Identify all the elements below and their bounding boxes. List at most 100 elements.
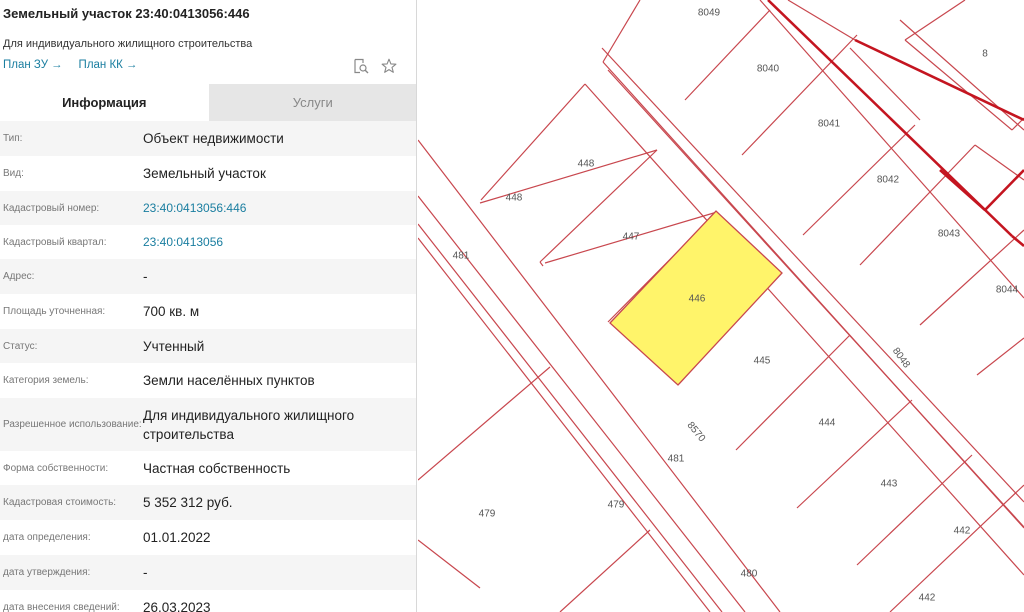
parcel-boundary-line: [418, 139, 781, 612]
parcel-boundary-line: [974, 144, 1024, 181]
plan-links: План ЗУ → План КК →: [3, 59, 137, 71]
subtitle: Для индивидуального жилищного строительс…: [3, 38, 253, 50]
info-row: Площадь уточненная: 700 кв. м: [0, 294, 416, 329]
arrow-right-icon: →: [51, 59, 63, 71]
tab-services[interactable]: Услуги: [208, 84, 416, 121]
info-row-value: 700 кв. м: [143, 304, 200, 319]
parcel-label: 448: [578, 159, 595, 170]
info-row-label: Кадастровая стоимость:: [3, 497, 117, 508]
parcel-label: 442: [919, 593, 936, 604]
info-row: дата внесения сведений: 26.03.2023: [0, 590, 416, 612]
plan-zu-link-label: План ЗУ: [3, 59, 49, 71]
parcel-label: 444: [819, 418, 836, 429]
parcel-label: 8040: [757, 64, 780, 75]
quarter-boundary-line: [939, 169, 986, 211]
info-table: Тип: Объект недвижимости Вид: Земельный уча…: [0, 121, 416, 612]
plan-zu-link[interactable]: План ЗУ →: [3, 59, 63, 71]
parcel-label: 8044: [996, 285, 1019, 296]
parcel-label: 8041: [818, 119, 841, 130]
info-row-label: Тип:: [3, 133, 23, 144]
parcel-boundary-line: [684, 9, 771, 101]
parcel-label: 442: [954, 526, 971, 537]
info-row: Форма собственности: Частная собственност…: [0, 451, 416, 485]
info-row: дата утверждения: -: [0, 555, 416, 590]
info-row-value: Частная собственность: [143, 460, 291, 476]
info-row-value: Земли населённых пунктов: [143, 373, 315, 388]
info-row-link-value[interactable]: 23:40:0413056:446: [143, 199, 416, 218]
parcel-boundary-line: [849, 47, 921, 121]
search-document-icon[interactable]: [353, 58, 369, 74]
info-row: дата определения: 01.01.2022: [0, 520, 416, 555]
parcel-boundary-line: [480, 83, 586, 201]
header-icons: [353, 58, 397, 74]
info-row-label: Площадь уточненная:: [3, 306, 106, 317]
info-row-label: дата утверждения:: [3, 567, 91, 578]
page-title: Земельный участок 23:40:0413056:446: [3, 6, 250, 21]
parcel-boundary-line: [904, 39, 1013, 131]
info-row: Тип: Объект недвижимости: [0, 121, 416, 156]
parcel-boundary-line: [539, 149, 658, 263]
info-row-value: Земельный участок: [143, 166, 266, 181]
arrow-right-icon: →: [125, 59, 138, 71]
info-row: Разрешенное использование: Для индивидуал…: [0, 398, 416, 451]
parcel-label: 445: [754, 356, 771, 367]
parcel-label: 479: [608, 500, 625, 511]
parcel-boundary-line: [889, 484, 1024, 612]
tab-bar: Информация Услуги: [0, 84, 416, 121]
parcel-boundary-line: [735, 334, 851, 451]
parcel-boundary-line: [856, 454, 973, 566]
parcel-boundary-line: [919, 229, 1024, 326]
parcel-boundary-line: [418, 366, 551, 481]
info-row-value: Для индивидуального жилищного строительс…: [143, 407, 355, 442]
cadastral-map[interactable]: 8049 8 8040 8041 8042 8043 8044 448 448 447 446 445…: [418, 0, 1024, 612]
parcel-label: 8: [982, 49, 988, 60]
plan-kk-link-label: План КК: [78, 59, 123, 71]
plan-kk-link[interactable]: План КК →: [79, 59, 138, 71]
parcel-label: 481: [453, 251, 470, 262]
info-row-label: Адрес:: [3, 271, 35, 282]
info-row: Категория земель: Земли населённых пункто…: [0, 363, 416, 398]
parcel-label: 8049: [698, 8, 721, 19]
parcel-boundary-line: [904, 0, 966, 41]
info-row-value: -: [143, 269, 148, 284]
info-row-label: Кадастровый квартал:: [3, 236, 107, 248]
info-row-value: 01.01.2022: [143, 530, 211, 545]
parcel-boundary-line: [976, 337, 1024, 376]
info-row-label: дата определения:: [3, 532, 91, 543]
parcel-label: 446: [689, 294, 706, 305]
parcel-boundary-line: [796, 399, 913, 509]
info-row-value: 5 352 312 руб.: [143, 495, 233, 510]
quarter-boundary-line: [1011, 235, 1024, 247]
info-row-label: Разрешенное использование:: [3, 419, 142, 430]
parcel-label: 8048: [890, 346, 912, 371]
parcel-label: 481: [668, 454, 685, 465]
star-icon[interactable]: [381, 58, 397, 74]
info-row-value: Объект недвижимости: [143, 131, 284, 146]
parcel-boundary-line: [602, 0, 641, 63]
info-row: Кадастровый квартал: 23:40:0413056: [0, 225, 416, 259]
parcel-boundary-line: [759, 0, 1024, 299]
info-row-label: Кадастровый номер:: [3, 202, 100, 214]
info-row-label: Форма собственности:: [3, 462, 109, 474]
tab-information[interactable]: Информация: [0, 84, 209, 121]
parcel-label: 479: [479, 509, 496, 520]
parcel-label: 448: [506, 193, 523, 204]
info-row: Статус: Учтенный: [0, 329, 416, 363]
info-row-value: Учтенный: [143, 338, 205, 354]
info-row-label: Статус:: [3, 340, 38, 352]
parcel-label: 480: [741, 569, 758, 580]
info-row-label: дата внесения сведений:: [3, 601, 120, 612]
info-row: Кадастровый номер: 23:40:0413056:446: [0, 191, 416, 225]
parcel-label: 8570: [685, 420, 708, 444]
info-row: Кадастровая стоимость: 5 352 312 руб.: [0, 485, 416, 520]
parcel-boundary-line: [418, 539, 481, 589]
quarter-boundary-line: [984, 169, 1024, 211]
parcel-label: 8042: [877, 175, 900, 186]
map-canvas[interactable]: 8049 8 8040 8041 8042 8043 8044 448 448 447 446 445…: [418, 0, 1024, 612]
info-row-link-value[interactable]: 23:40:0413056: [143, 233, 416, 252]
parcel-label: 443: [881, 479, 898, 490]
info-row-value: 26.03.2023: [143, 599, 211, 612]
parcel-boundary-line: [859, 144, 976, 266]
parcel-label: 447: [623, 232, 640, 243]
info-panel: Земельный участок 23:40:0413056:446 Для …: [0, 0, 417, 612]
